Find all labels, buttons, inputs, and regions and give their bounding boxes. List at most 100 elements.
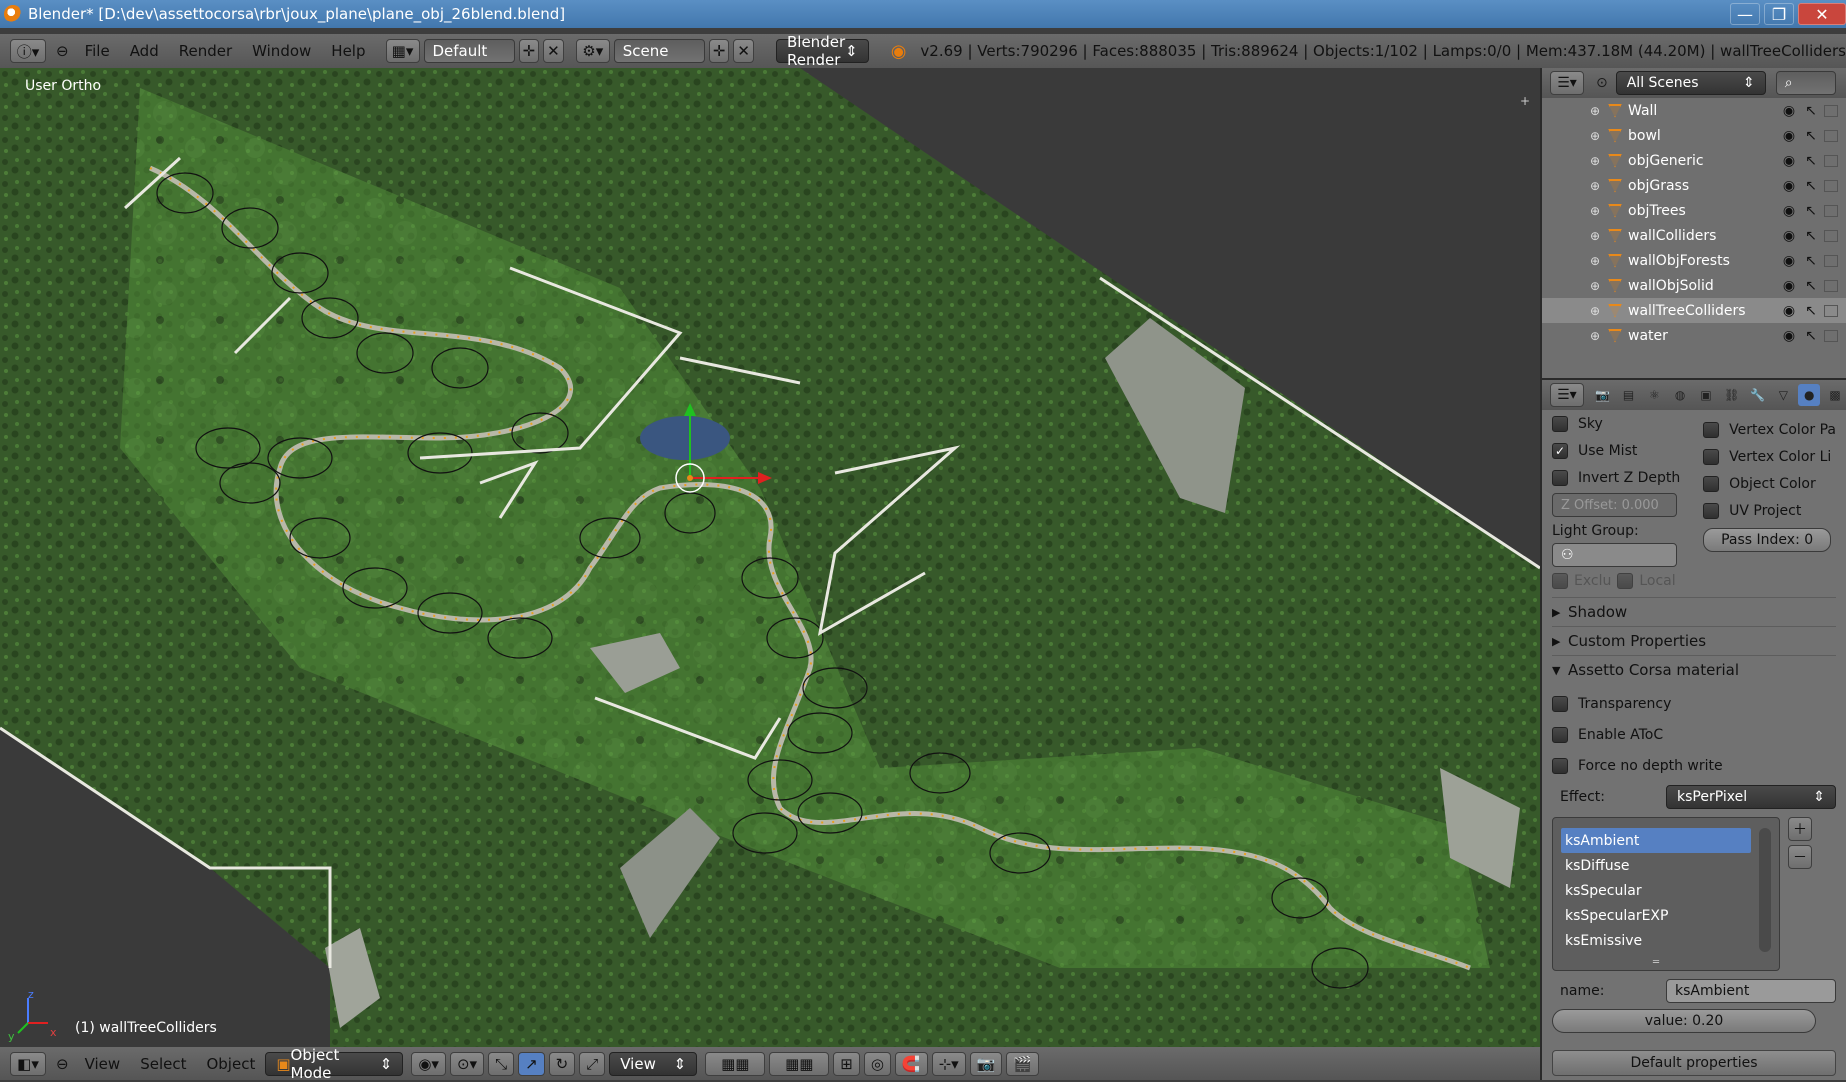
- checkbox-box[interactable]: [1552, 726, 1568, 743]
- expand-icon[interactable]: ⊕: [1590, 254, 1600, 268]
- uv-project-checkbox[interactable]: UV Project: [1703, 497, 1836, 524]
- render-image-icon[interactable]: 📷: [969, 1051, 1003, 1076]
- checkmark-icon[interactable]: ✓: [1552, 442, 1568, 459]
- remove-layout-icon[interactable]: ✕: [543, 39, 564, 63]
- render-tab-icon[interactable]: 📷: [1592, 384, 1614, 406]
- select-arrow-icon[interactable]: ↖: [1804, 153, 1818, 169]
- enable-atoc-checkbox[interactable]: Enable AToC: [1552, 719, 1836, 750]
- z-offset-field[interactable]: Z Offset: 0.000: [1552, 493, 1677, 517]
- lock-camera-icon[interactable]: ⊞: [833, 1051, 860, 1076]
- render-camera-icon[interactable]: [1824, 254, 1838, 267]
- properties-editor-icon[interactable]: ☰▾: [1550, 383, 1584, 407]
- expand-icon[interactable]: ⊕: [1590, 329, 1600, 343]
- expand-icon[interactable]: ⊕: [1590, 104, 1600, 118]
- checkbox-box[interactable]: [1703, 421, 1720, 438]
- select-arrow-icon[interactable]: ↖: [1804, 203, 1818, 219]
- remove-scene-icon[interactable]: ✕: [733, 39, 754, 63]
- menu-render[interactable]: Render: [169, 42, 242, 60]
- layers-grid-icon-2[interactable]: ▦▦: [769, 1051, 830, 1076]
- render-camera-icon[interactable]: [1824, 279, 1838, 292]
- list-item[interactable]: ksSpecular: [1561, 878, 1751, 903]
- vertex-color-light-checkbox[interactable]: Vertex Color Li: [1703, 443, 1836, 470]
- render-engine-dropdown[interactable]: Blender Render ⇕: [776, 33, 869, 69]
- menu-add[interactable]: Add: [120, 42, 169, 60]
- expand-icon[interactable]: ⊕: [1590, 204, 1600, 218]
- resize-grip-icon[interactable]: ═: [1653, 957, 1659, 968]
- select-arrow-icon[interactable]: ↖: [1804, 328, 1818, 344]
- outliner-item-wallobjsolid[interactable]: ⊕ wallObjSolid ◉ ↖: [1542, 273, 1846, 298]
- eye-icon[interactable]: ◉: [1780, 203, 1798, 219]
- shadow-panel-header[interactable]: ▶ Shadow: [1552, 597, 1836, 626]
- select-arrow-icon[interactable]: ↖: [1804, 178, 1818, 194]
- scene-field[interactable]: Scene: [613, 39, 705, 63]
- manipulator-toggle-icon[interactable]: ⤡: [488, 1051, 515, 1076]
- checkbox-box[interactable]: [1552, 695, 1568, 712]
- snap-element-icon[interactable]: ⊹▾: [931, 1051, 966, 1076]
- menu-view[interactable]: View: [75, 1055, 131, 1073]
- expand-icon[interactable]: ⊕: [1590, 129, 1600, 143]
- transform-orientation-dropdown[interactable]: View ⇕: [609, 1051, 698, 1076]
- select-arrow-icon[interactable]: ↖: [1804, 128, 1818, 144]
- data-tab-icon[interactable]: ▽: [1773, 384, 1795, 406]
- translate-manipulator-icon[interactable]: ↗: [518, 1051, 545, 1076]
- render-layers-tab-icon[interactable]: ▤: [1618, 384, 1640, 406]
- snap-icon[interactable]: 🧲: [894, 1051, 928, 1076]
- checkbox-box[interactable]: [1703, 448, 1720, 465]
- eye-icon[interactable]: ◉: [1780, 303, 1798, 319]
- select-arrow-icon[interactable]: ↖: [1804, 253, 1818, 269]
- rotate-manipulator-icon[interactable]: ↻: [548, 1051, 576, 1076]
- list-scrollbar[interactable]: [1759, 828, 1771, 952]
- menu-select[interactable]: Select: [130, 1055, 196, 1073]
- effect-dropdown[interactable]: ksPerPixel ⇕: [1666, 785, 1836, 809]
- 3d-viewport[interactable]: User Ortho (1) wallTreeColliders z x y +: [0, 68, 1540, 1047]
- eye-icon[interactable]: ◉: [1780, 153, 1798, 169]
- checkbox-box[interactable]: [1703, 475, 1720, 492]
- expand-icon[interactable]: ⊕: [1590, 279, 1600, 293]
- shading-mode-icon[interactable]: ◉▾: [411, 1051, 446, 1076]
- add-scene-icon[interactable]: ✛: [708, 39, 730, 63]
- list-item[interactable]: ksAmbient: [1561, 828, 1751, 853]
- invert-z-depth-checkbox[interactable]: Invert Z Depth: [1552, 464, 1680, 491]
- render-animation-icon[interactable]: 🎬: [1006, 1051, 1040, 1076]
- checkbox-box[interactable]: [1552, 469, 1568, 486]
- minimize-button[interactable]: —: [1730, 3, 1760, 25]
- constraints-tab-icon[interactable]: ⛓: [1721, 384, 1743, 406]
- search-filter-icon[interactable]: ⊙: [1596, 75, 1608, 91]
- outliner-item-wall[interactable]: ⊕ Wall ◉ ↖: [1542, 98, 1846, 123]
- maximize-button[interactable]: ❐: [1764, 3, 1794, 25]
- render-camera-icon[interactable]: [1824, 104, 1838, 117]
- eye-icon[interactable]: ◉: [1780, 128, 1798, 144]
- add-item-button[interactable]: ＋: [1788, 817, 1812, 841]
- pivot-point-icon[interactable]: ⊙▾: [449, 1051, 485, 1076]
- list-item[interactable]: ksSpecularEXP: [1561, 903, 1751, 928]
- proportional-edit-icon[interactable]: ◎: [863, 1051, 891, 1076]
- texture-tab-icon[interactable]: ▩: [1824, 384, 1846, 406]
- eye-icon[interactable]: ◉: [1780, 103, 1798, 119]
- close-button[interactable]: ✕: [1798, 3, 1846, 25]
- scene-tab-icon[interactable]: ⚛: [1643, 384, 1665, 406]
- expand-icon[interactable]: ⊕: [1590, 179, 1600, 193]
- force-no-depth-write-checkbox[interactable]: Force no depth write: [1552, 750, 1836, 781]
- render-camera-icon[interactable]: [1824, 329, 1838, 342]
- menu-file[interactable]: File: [75, 42, 120, 60]
- select-arrow-icon[interactable]: ↖: [1804, 303, 1818, 319]
- add-layout-icon[interactable]: ✛: [518, 39, 540, 63]
- editor-type-info-icon[interactable]: ⓘ▾: [10, 39, 46, 63]
- select-arrow-icon[interactable]: ↖: [1804, 228, 1818, 244]
- render-camera-icon[interactable]: [1824, 129, 1838, 142]
- custom-properties-panel-header[interactable]: ▶ Custom Properties: [1552, 626, 1836, 655]
- value-slider[interactable]: value: 0.20: [1552, 1009, 1816, 1033]
- outliner-item-objtrees[interactable]: ⊕ objTrees ◉ ↖: [1542, 198, 1846, 223]
- object-color-checkbox[interactable]: Object Color: [1703, 470, 1836, 497]
- outliner-item-bowl[interactable]: ⊕ bowl ◉ ↖: [1542, 123, 1846, 148]
- vertex-color-paint-checkbox[interactable]: Vertex Color Pa: [1703, 416, 1836, 443]
- select-arrow-icon[interactable]: ↖: [1804, 103, 1818, 119]
- outliner-editor-icon[interactable]: ☰▾: [1550, 71, 1584, 95]
- sky-checkbox[interactable]: Sky: [1552, 410, 1680, 437]
- render-camera-icon[interactable]: [1824, 304, 1838, 317]
- render-camera-icon[interactable]: [1824, 204, 1838, 217]
- terrain-scene[interactable]: [0, 68, 1540, 1047]
- screen-layout-icon[interactable]: ▦▾: [385, 39, 420, 63]
- eye-icon[interactable]: ◉: [1780, 253, 1798, 269]
- render-camera-icon[interactable]: [1824, 229, 1838, 242]
